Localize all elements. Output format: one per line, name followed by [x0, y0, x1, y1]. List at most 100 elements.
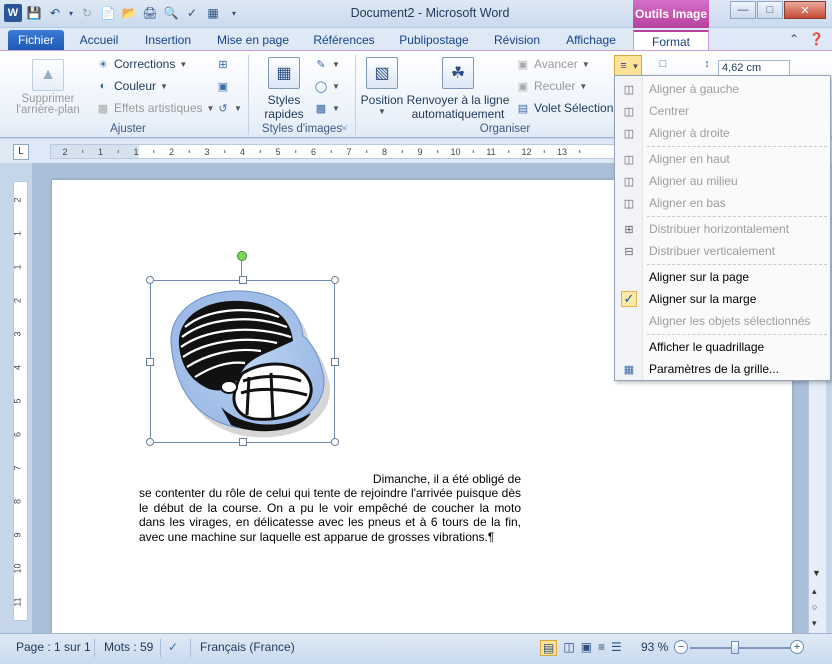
menu-item-align-center[interactable]: ◫ Centrer [615, 100, 830, 122]
selected-picture[interactable] [146, 276, 339, 446]
open-icon[interactable]: 📂 [120, 4, 138, 22]
menu-item-align-to-page[interactable]: Aligner sur la page [615, 266, 830, 288]
zoom-in-button[interactable]: + [790, 640, 804, 654]
tab-file[interactable]: Fichier [8, 30, 64, 50]
redo-icon[interactable]: ↻ [78, 4, 96, 22]
menu-item-align-bottom[interactable]: ◫ Aligner en bas [615, 192, 830, 214]
close-button[interactable]: ✕ [784, 1, 826, 19]
menu-item-align-to-margin[interactable]: ✓ Aligner sur la marge [615, 288, 830, 310]
remove-background-button[interactable]: ▲ Supprimer l'arrière-plan [16, 59, 80, 116]
horizontal-ruler[interactable]: 2 1 1 2 3 4 5 6 7 8 9 10 11 12 13 [50, 144, 620, 159]
menu-item-align-top[interactable]: ◫ Aligner en haut [615, 148, 830, 170]
new-document-icon[interactable]: 📄 [99, 4, 117, 22]
language-status[interactable]: Français (France) [200, 640, 295, 654]
resize-handle-s[interactable] [239, 438, 247, 446]
send-backward-button[interactable]: ▣ Reculer ▼ [516, 79, 587, 93]
word-app-icon[interactable]: W [4, 4, 22, 22]
selection-pane-icon: ▤ [517, 102, 529, 115]
crop-button[interactable]: □ [656, 57, 670, 71]
draw-table-icon[interactable]: ▦ [204, 4, 222, 22]
color-button[interactable]: ◐ Couleur ▼ [96, 79, 168, 93]
height-field[interactable]: 4,62 cm [718, 60, 790, 76]
wrap-text-button[interactable]: ☘ Renvoyer à la ligne automatiquement [407, 57, 509, 121]
proofing-icon[interactable]: ✓ [168, 640, 178, 654]
page-count[interactable]: Page : 1 sur 1 [16, 640, 91, 654]
resize-handle-se[interactable] [331, 438, 339, 446]
vertical-ruler[interactable]: 211234567891011 [13, 181, 28, 621]
customize-qat-icon[interactable]: ▾ [225, 4, 243, 22]
zoom-out-button[interactable]: − [674, 640, 688, 654]
quick-styles-button[interactable]: ▦ Styles rapides [262, 57, 306, 121]
browse-object-icon[interactable]: ○ [812, 602, 817, 612]
menu-item-distribute-horizontal[interactable]: ⊞ Distribuer horizontalement [615, 218, 830, 240]
picture-effects-button[interactable]: ◯ ▼ [314, 79, 340, 93]
tab-references[interactable]: Références [306, 30, 382, 50]
bring-forward-button[interactable]: ▣ Avancer ▼ [516, 57, 590, 71]
previous-page-icon[interactable]: ▴ [812, 586, 817, 597]
picture-border-button[interactable]: ✎ ▼ [314, 57, 340, 71]
align-button[interactable]: ≡ ▼ [614, 55, 642, 77]
next-page-icon[interactable]: ▾ [812, 618, 817, 629]
draft-view-icon[interactable]: ☰ [611, 640, 622, 656]
print-layout-view-icon[interactable]: ▤ [540, 640, 558, 656]
resize-handle-e[interactable] [331, 358, 339, 366]
menu-item-align-right[interactable]: ◫ Aligner à droite [615, 122, 830, 144]
resize-handle-sw[interactable] [146, 438, 154, 446]
help-icon[interactable]: ❓ [809, 32, 824, 46]
print-icon[interactable]: 🖨 [141, 4, 159, 22]
tab-home[interactable]: Accueil [72, 30, 126, 50]
scroll-down-icon[interactable]: ▼ [812, 568, 821, 578]
resize-handle-w[interactable] [146, 358, 154, 366]
ruler-tick-label: 12 [521, 147, 531, 157]
change-picture-button[interactable]: ▣ [216, 79, 230, 93]
group-label-adjust: Ajuster [110, 123, 146, 135]
send-backward-icon: ▣ [517, 80, 529, 93]
minimize-ribbon-icon[interactable]: ⌃ [789, 32, 799, 46]
reset-picture-button[interactable]: ↺ ▼ [216, 101, 242, 115]
compress-pictures-button[interactable]: ⊞ [216, 57, 230, 71]
spelling-icon[interactable]: ✓ [183, 4, 201, 22]
undo-dropdown-icon[interactable]: ▾ [67, 4, 75, 22]
rotation-handle[interactable] [237, 251, 247, 261]
dialog-launcher-icon[interactable]: ⇲ [340, 123, 347, 132]
resize-handle-n[interactable] [239, 276, 247, 284]
web-layout-icon[interactable]: ▣ [581, 640, 592, 656]
resize-handle-nw[interactable] [146, 276, 154, 284]
maximize-button[interactable]: □ [757, 1, 783, 19]
group-label-arrange: Organiser [479, 123, 531, 135]
tab-view[interactable]: Affichage [558, 30, 624, 50]
group-separator [248, 55, 249, 135]
position-button[interactable]: ▧ Position ▼ [360, 57, 404, 116]
print-preview-icon[interactable]: 🔍 [162, 4, 180, 22]
align-top-icon: ◫ [623, 153, 635, 166]
corrections-button[interactable]: ☀ Corrections ▼ [96, 57, 187, 71]
zoom-level[interactable]: 93 % [641, 640, 668, 654]
tab-mailings[interactable]: Publipostage [392, 30, 476, 50]
undo-icon[interactable]: ↶ [46, 4, 64, 22]
chevron-down-icon: ▼ [179, 59, 188, 69]
ribbon-tabs: Fichier Accueil Insertion Mise en page R… [0, 28, 832, 50]
menu-item-grid-settings[interactable]: ▦ Paramètres de la grille... [615, 358, 830, 380]
menu-item-show-gridlines[interactable]: Afficher le quadrillage [615, 336, 830, 358]
menu-item-align-selected-objects[interactable]: Aligner les objets sélectionnés [615, 310, 830, 332]
tab-insert[interactable]: Insertion [134, 30, 202, 50]
resize-handle-ne[interactable] [331, 276, 339, 284]
picture-layout-button[interactable]: ▩ ▼ [314, 101, 340, 115]
body-paragraph[interactable]: Dimanche, il a été obligé de se contente… [139, 472, 521, 544]
minimize-button[interactable]: — [730, 1, 756, 19]
menu-item-align-left[interactable]: ◫ Aligner à gauche [615, 78, 830, 100]
tab-selector-button[interactable]: L [13, 144, 29, 160]
word-count[interactable]: Mots : 59 [104, 640, 153, 654]
artistic-effects-button[interactable]: ▩ Effets artistiques ▼ [96, 101, 215, 115]
full-screen-reading-icon[interactable]: ◫ [563, 640, 574, 656]
selection-pane-button[interactable]: ▤ Volet Sélection [516, 101, 614, 115]
tab-format[interactable]: Format [633, 30, 709, 50]
tab-review[interactable]: Révision [486, 30, 548, 50]
outline-view-icon[interactable]: ≡ [598, 640, 605, 656]
save-icon[interactable]: 💾 [25, 4, 43, 22]
menu-item-align-middle[interactable]: ◫ Aligner au milieu [615, 170, 830, 192]
tab-page-layout[interactable]: Mise en page [210, 30, 296, 50]
zoom-slider-thumb[interactable] [731, 641, 739, 654]
menu-item-distribute-vertical[interactable]: ⊟ Distribuer verticalement [615, 240, 830, 262]
zoom-slider-track[interactable] [690, 647, 790, 649]
